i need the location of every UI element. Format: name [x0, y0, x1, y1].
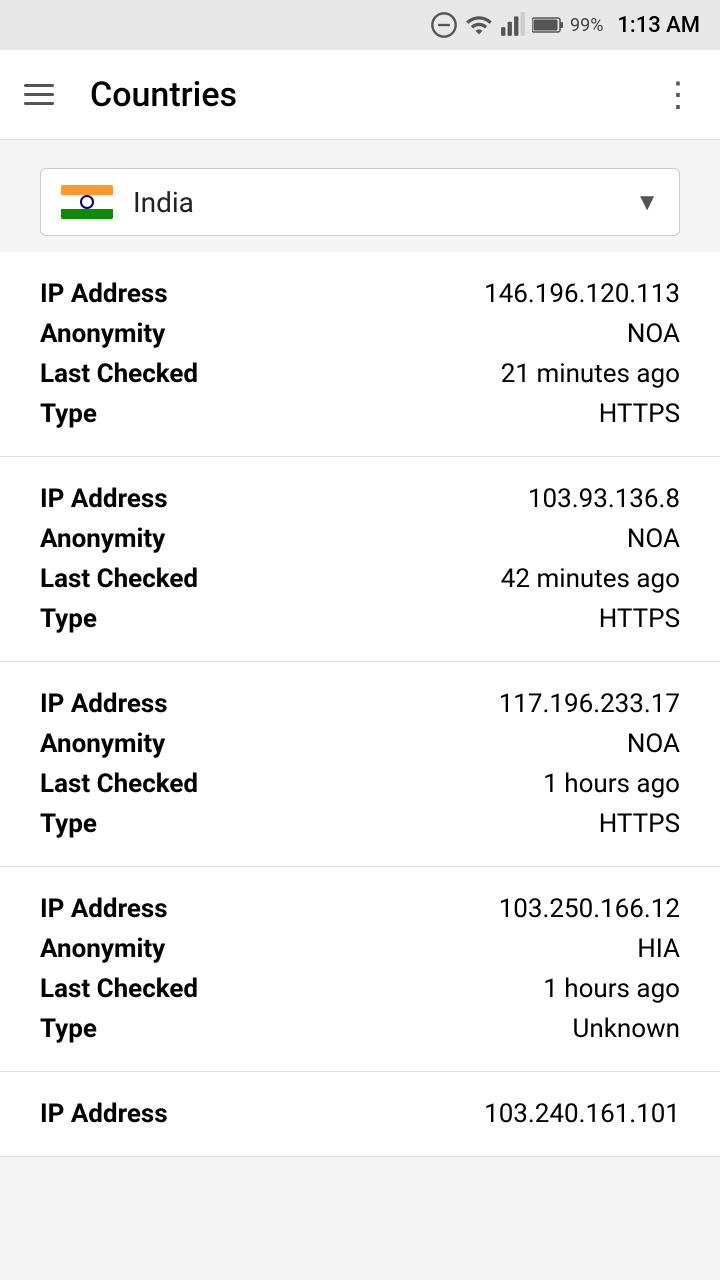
dropdown-arrow-icon: ▼	[635, 188, 659, 217]
anon-value: HIA	[637, 934, 680, 964]
type-label: Type	[40, 809, 97, 839]
proxy-item[interactable]: IP Address 146.196.120.113 Anonymity NOA…	[0, 252, 720, 457]
overflow-menu-icon[interactable]: ⋮	[661, 78, 696, 112]
proxy-ip-row: IP Address 103.93.136.8	[40, 479, 680, 519]
ip-value: 103.93.136.8	[528, 484, 680, 514]
proxy-checked-row: Last Checked 21 minutes ago	[40, 354, 680, 394]
checked-label: Last Checked	[40, 564, 198, 594]
ip-value: 103.250.166.12	[499, 894, 680, 924]
ip-value: 103.240.161.101	[484, 1099, 680, 1129]
battery-icon	[532, 14, 564, 36]
type-value: HTTPS	[599, 399, 680, 429]
selected-country: India	[133, 186, 635, 219]
anon-value: NOA	[627, 524, 680, 554]
checked-label: Last Checked	[40, 359, 198, 389]
checked-label: Last Checked	[40, 769, 198, 799]
proxy-type-row: Type HTTPS	[40, 804, 680, 844]
app-bar: Countries ⋮	[0, 50, 720, 140]
battery-percentage: 99%	[570, 15, 603, 36]
type-value: HTTPS	[599, 809, 680, 839]
page-title: Countries	[90, 75, 661, 115]
wifi-icon	[464, 11, 494, 39]
proxy-ip-row: IP Address 117.196.233.17	[40, 684, 680, 724]
proxy-item[interactable]: IP Address 103.250.166.12 Anonymity HIA …	[0, 867, 720, 1072]
proxy-item[interactable]: IP Address 117.196.233.17 Anonymity NOA …	[0, 662, 720, 867]
proxy-item[interactable]: IP Address 103.93.136.8 Anonymity NOA La…	[0, 457, 720, 662]
proxy-anon-row: Anonymity HIA	[40, 929, 680, 969]
proxy-ip-row: IP Address 146.196.120.113	[40, 274, 680, 314]
type-label: Type	[40, 604, 97, 634]
proxy-type-row: Type Unknown	[40, 1009, 680, 1049]
anon-value: NOA	[627, 319, 680, 349]
type-value: Unknown	[573, 1014, 680, 1044]
proxy-type-row: Type HTTPS	[40, 599, 680, 639]
india-flag	[61, 185, 113, 219]
proxy-checked-row: Last Checked 1 hours ago	[40, 969, 680, 1009]
dnd-icon	[430, 11, 458, 39]
hamburger-menu-icon[interactable]	[24, 84, 54, 105]
anon-label: Anonymity	[40, 319, 165, 349]
anon-label: Anonymity	[40, 524, 165, 554]
proxy-type-row: Type HTTPS	[40, 394, 680, 434]
proxy-checked-row: Last Checked 1 hours ago	[40, 764, 680, 804]
ip-label: IP Address	[40, 484, 168, 514]
proxy-ip-row: IP Address 103.250.166.12	[40, 889, 680, 929]
ip-value: 117.196.233.17	[499, 689, 680, 719]
type-label: Type	[40, 399, 97, 429]
type-label: Type	[40, 1014, 97, 1044]
proxy-item[interactable]: IP Address 103.240.161.101	[0, 1072, 720, 1157]
anon-label: Anonymity	[40, 729, 165, 759]
ip-label: IP Address	[40, 689, 168, 719]
status-time: 1:13 AM	[617, 13, 700, 38]
checked-value: 21 minutes ago	[501, 359, 680, 389]
country-dropdown[interactable]: India ▼	[40, 168, 680, 236]
proxy-checked-row: Last Checked 42 minutes ago	[40, 559, 680, 599]
signal-icon	[500, 11, 526, 39]
ip-label: IP Address	[40, 1099, 168, 1129]
ip-label: IP Address	[40, 279, 168, 309]
proxy-ip-row: IP Address 103.240.161.101	[40, 1094, 680, 1134]
proxy-list: IP Address 146.196.120.113 Anonymity NOA…	[0, 252, 720, 1197]
anon-label: Anonymity	[40, 934, 165, 964]
status-icons: 99% 1:13 AM	[430, 11, 700, 39]
proxy-anon-row: Anonymity NOA	[40, 724, 680, 764]
ip-value: 146.196.120.113	[484, 279, 680, 309]
anon-value: NOA	[627, 729, 680, 759]
type-value: HTTPS	[599, 604, 680, 634]
checked-label: Last Checked	[40, 974, 198, 1004]
status-bar: 99% 1:13 AM	[0, 0, 720, 50]
proxy-anon-row: Anonymity NOA	[40, 314, 680, 354]
checked-value: 1 hours ago	[543, 769, 680, 799]
proxy-anon-row: Anonymity NOA	[40, 519, 680, 559]
checked-value: 42 minutes ago	[501, 564, 680, 594]
ip-label: IP Address	[40, 894, 168, 924]
checked-value: 1 hours ago	[543, 974, 680, 1004]
